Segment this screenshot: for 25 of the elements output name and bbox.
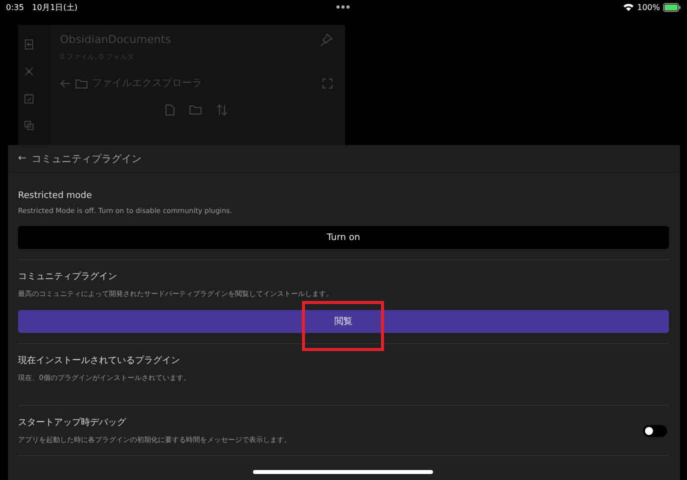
back-arrow-icon[interactable] xyxy=(60,78,71,88)
setting-title: スタートアップ時デバッグ xyxy=(18,416,127,429)
new-note-icon[interactable] xyxy=(165,104,175,116)
expand-icon[interactable] xyxy=(322,78,333,88)
sort-icon[interactable] xyxy=(216,104,228,116)
calendar-icon[interactable] xyxy=(23,93,35,104)
setting-title: Restricted mode xyxy=(18,191,93,201)
folder-icon xyxy=(75,78,88,88)
document-icon[interactable] xyxy=(23,39,35,50)
modal-title: コミュニティプラグイン xyxy=(31,152,142,166)
back-button[interactable]: ← xyxy=(18,153,26,164)
pin-icon[interactable] xyxy=(319,33,333,47)
toggle-switch[interactable] xyxy=(643,424,667,436)
wifi-icon xyxy=(623,3,634,11)
battery-percent: 100% xyxy=(637,2,660,12)
more-icon xyxy=(336,5,350,9)
new-folder-icon[interactable] xyxy=(189,104,202,115)
status-time: 0:35 xyxy=(6,2,24,12)
battery-icon xyxy=(663,2,681,12)
setting-title: コミュニティプラグイン xyxy=(18,270,118,283)
copy-icon[interactable] xyxy=(23,120,35,131)
setting-title: 現在インストールされているプラグイン xyxy=(18,354,181,367)
status-date: 10月1日(土) xyxy=(32,2,78,12)
browse-button[interactable]: 閲覧 xyxy=(18,310,669,333)
turn-on-button[interactable]: Turn on xyxy=(18,226,669,249)
